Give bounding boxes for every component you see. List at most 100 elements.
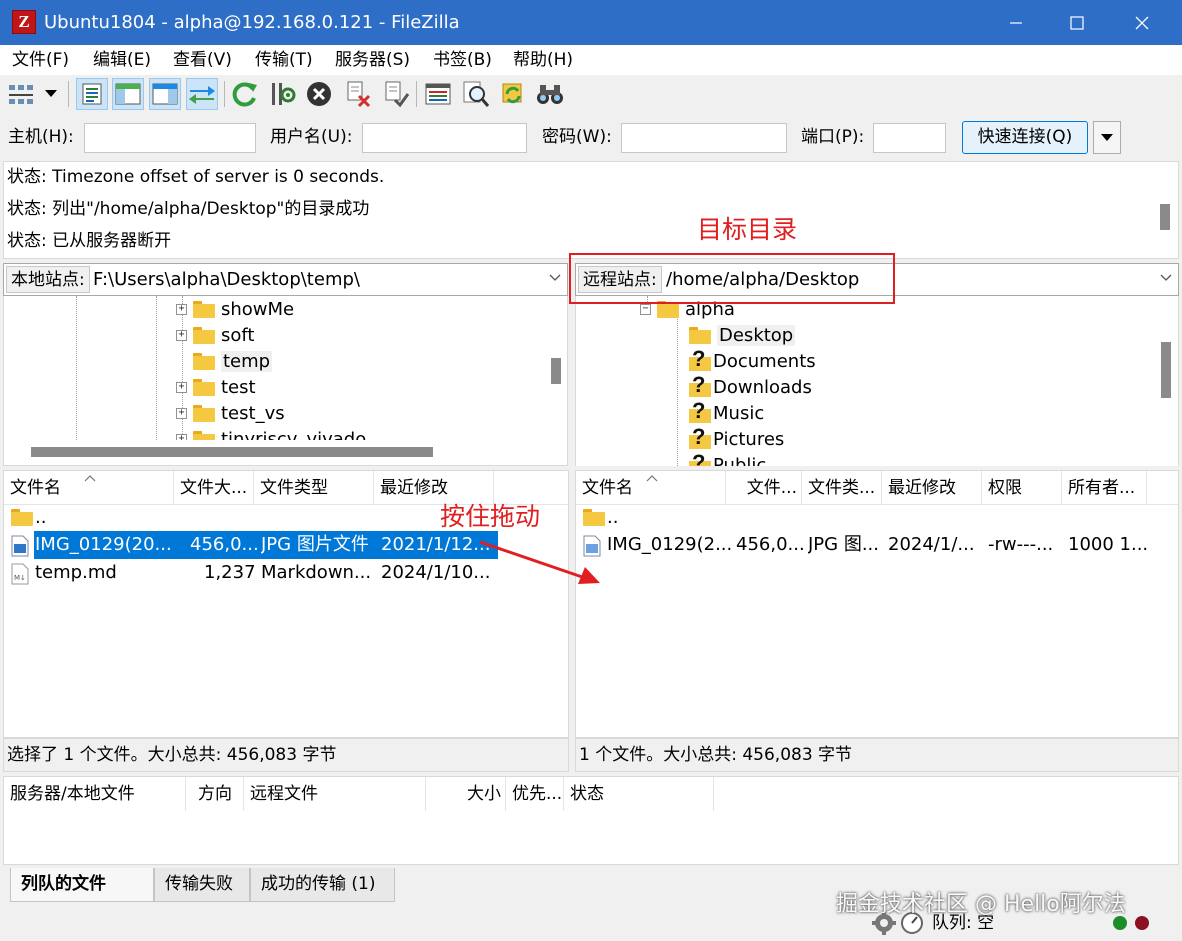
col-status[interactable]: 状态 <box>564 777 714 811</box>
transfer-queue-list[interactable]: 服务器/本地文件 方向 远程文件 大小 优先... 状态 <box>3 776 1179 865</box>
col-filesize[interactable]: 文件... <box>726 471 802 505</box>
file-size: 456,0... <box>736 534 805 555</box>
tree-item-temp[interactable]: temp <box>176 348 273 374</box>
tree-item-pictures[interactable]: ? Pictures <box>689 426 784 452</box>
reconnect-button[interactable] <box>380 78 412 110</box>
collapse-icon[interactable]: − <box>640 303 651 315</box>
file-row-parent[interactable]: .. <box>576 504 1178 532</box>
file-name: temp.md <box>35 562 117 583</box>
menu-server[interactable]: 服务器(S) <box>335 45 410 75</box>
message-log[interactable]: 状态: Timezone offset of server is 0 secon… <box>3 161 1179 259</box>
remote-directory-tree[interactable]: − alpha Desktop ? Documents ? Downloads ? Mu… <box>575 296 1179 466</box>
menu-transfer[interactable]: 传输(T) <box>255 45 313 75</box>
process-queue-button[interactable] <box>266 78 298 110</box>
expand-icon[interactable]: + <box>176 329 187 341</box>
expand-icon[interactable]: + <box>176 407 187 419</box>
markdown-file-icon: M↓ <box>11 563 29 585</box>
local-path-combo[interactable]: F:\Users\alpha\Desktop\temp\ <box>93 264 360 295</box>
tree-item-music[interactable]: ? Music <box>689 400 764 426</box>
chevron-down-icon[interactable] <box>1160 273 1172 283</box>
menu-edit[interactable]: 编辑(E) <box>93 45 151 75</box>
remote-tree-vscrollbar[interactable] <box>1161 342 1171 398</box>
col-size[interactable]: 大小 <box>426 777 506 811</box>
col-priority[interactable]: 优先... <box>506 777 564 811</box>
menu-view[interactable]: 查看(V) <box>173 45 232 75</box>
col-remote-file[interactable]: 远程文件 <box>244 777 426 811</box>
local-directory-tree[interactable]: + showMe + soft temp + test + test_vs + tinyr… <box>3 296 568 440</box>
tree-item-public[interactable]: ? Public <box>689 452 766 466</box>
file-size: 456,0... <box>190 534 259 555</box>
tab-successful-transfers[interactable]: 成功的传输 (1) <box>250 868 395 902</box>
menu-help[interactable]: 帮助(H) <box>513 45 573 75</box>
expand-icon[interactable]: + <box>176 381 187 393</box>
col-owner[interactable]: 所有者... <box>1062 471 1147 505</box>
toggle-remote-tree-button[interactable] <box>149 78 181 110</box>
folder-icon <box>193 326 215 344</box>
host-input[interactable] <box>84 123 256 153</box>
menu-file[interactable]: 文件(F) <box>12 45 69 75</box>
close-icon <box>1135 16 1149 29</box>
tree-item-label: temp <box>221 350 273 372</box>
toggle-message-log-button[interactable] <box>76 78 108 110</box>
refresh-button[interactable] <box>229 78 261 110</box>
tree-item-documents[interactable]: ? Documents <box>689 348 816 374</box>
svg-text:M↓: M↓ <box>14 574 26 582</box>
pane-splitter[interactable] <box>569 263 574 738</box>
log-scrollbar[interactable] <box>1160 204 1170 230</box>
col-modified[interactable]: 最近修改 <box>882 471 982 505</box>
col-permissions[interactable]: 权限 <box>982 471 1062 505</box>
port-input[interactable] <box>873 123 946 153</box>
file-row-img0129[interactable]: IMG_0129(2... 456,0... JPG 图... 2024/1/.… <box>576 531 1178 559</box>
tree-item-label: Desktop <box>717 324 796 346</box>
site-manager-button[interactable] <box>6 78 36 110</box>
cancel-icon <box>307 82 331 106</box>
chevron-down-icon[interactable] <box>549 273 561 283</box>
tree-item-label: test <box>221 376 256 398</box>
quickconnect-button[interactable]: 快速连接(Q) <box>962 121 1088 154</box>
sort-ascending-icon <box>646 475 658 482</box>
toggle-local-tree-button[interactable] <box>112 78 144 110</box>
col-direction[interactable]: 方向 <box>186 777 244 811</box>
filter-button[interactable] <box>422 78 454 110</box>
menu-bookmarks[interactable]: 书签(B) <box>433 45 492 75</box>
tree-item-test[interactable]: + test <box>176 374 256 400</box>
password-input[interactable] <box>621 123 787 153</box>
tree-item-tinyriscv-vivado[interactable]: + tinyriscv_vivado <box>176 426 366 440</box>
maximize-button[interactable] <box>1045 0 1109 45</box>
search-remote-button[interactable] <box>534 78 566 110</box>
site-manager-dropdown[interactable] <box>40 78 62 110</box>
tree-item-downloads[interactable]: ? Downloads <box>689 374 812 400</box>
magnifier-icon <box>463 81 490 107</box>
local-tree-vscrollbar[interactable] <box>551 358 561 384</box>
unknown-folder-icon: ? <box>689 452 711 466</box>
username-input[interactable] <box>362 123 527 153</box>
folder-icon <box>689 326 711 344</box>
remote-file-list[interactable]: 文件名 文件... 文件类... 最近修改 权限 所有者... .. IMG_0… <box>575 470 1179 738</box>
minimize-button[interactable] <box>984 0 1048 45</box>
tree-item-test-vs[interactable]: + test_vs <box>176 400 285 426</box>
tree-item-soft[interactable]: + soft <box>176 322 254 348</box>
cancel-operation-button[interactable] <box>303 78 335 110</box>
tab-queued-files[interactable]: 列队的文件 <box>10 868 154 902</box>
image-file-icon <box>11 535 29 557</box>
tree-item-desktop[interactable]: Desktop <box>689 322 796 348</box>
tree-item-label: Downloads <box>713 376 812 398</box>
col-filetype[interactable]: 文件类型 <box>254 471 374 505</box>
sync-browsing-button[interactable] <box>497 78 529 110</box>
tree-item-showme[interactable]: + showMe <box>176 296 294 322</box>
local-site-bar: 本地站点: F:\Users\alpha\Desktop\temp\ <box>3 263 568 296</box>
col-filetype[interactable]: 文件类... <box>802 471 882 505</box>
toggle-transfer-queue-button[interactable] <box>186 78 218 110</box>
toolbar-separator <box>416 81 417 107</box>
col-server-local-file[interactable]: 服务器/本地文件 <box>4 777 186 811</box>
file-size: 1,237 <box>204 562 256 583</box>
quickconnect-history-dropdown[interactable] <box>1093 121 1121 154</box>
local-tree-hscrollbar[interactable] <box>31 447 433 457</box>
disconnect-button[interactable] <box>342 78 374 110</box>
toggle-filter-button[interactable] <box>460 78 492 110</box>
close-button[interactable] <box>1110 0 1174 45</box>
port-label: 端口(P): <box>801 127 865 147</box>
expand-icon[interactable]: + <box>176 303 187 315</box>
tab-failed-transfers[interactable]: 传输失败 <box>154 868 250 902</box>
col-filesize[interactable]: 文件大... <box>174 471 254 505</box>
